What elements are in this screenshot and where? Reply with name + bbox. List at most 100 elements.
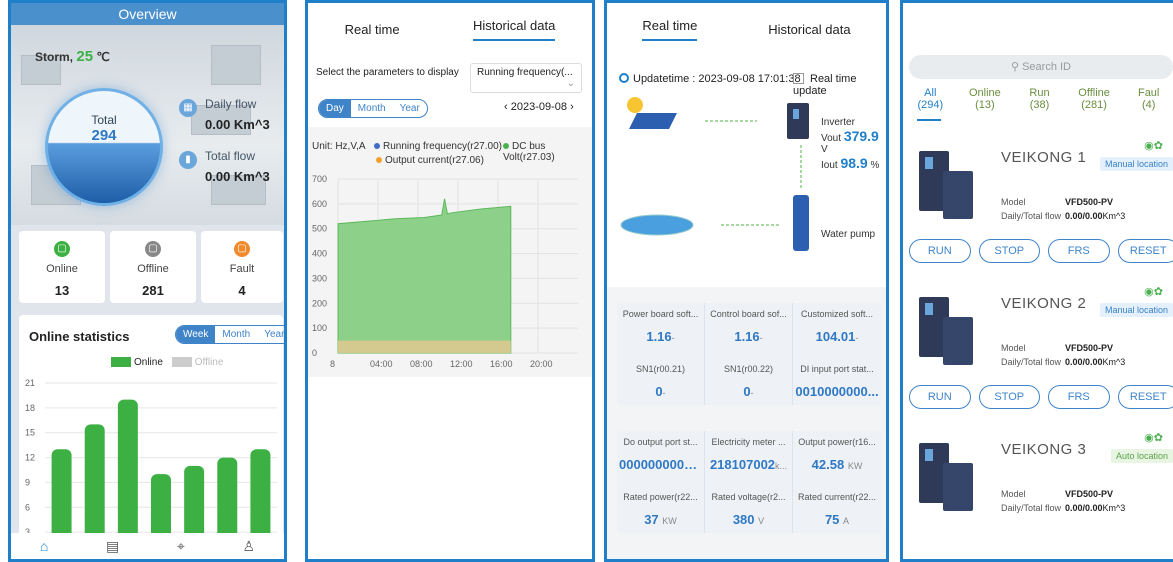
range-year[interactable]: Year xyxy=(257,326,284,343)
filter-fault[interactable]: Faul (4) xyxy=(1121,87,1173,111)
filter-count: (281) xyxy=(1081,99,1107,111)
param-cell: Rated current(r22... 75 A xyxy=(793,478,881,533)
range-selector: Day Month Year xyxy=(318,99,428,118)
device-card[interactable]: VEIKONG 2 ◉✿ Manual location Model VFD500… xyxy=(909,279,1173,399)
device-card[interactable]: VEIKONG 1 ◉✿ Manual location Model VFD500… xyxy=(909,133,1173,253)
y-tick-label: 12 xyxy=(25,453,35,463)
filter-online[interactable]: Online (13) xyxy=(958,87,1013,111)
range-month[interactable]: Month xyxy=(351,100,393,117)
history-area-chart: 700 600 500 400 300 200 100 0 8 04:00 08:00 12:00 16… xyxy=(312,174,578,369)
vout-label: Vout xyxy=(821,133,842,144)
frs-button[interactable]: FRS xyxy=(1048,385,1110,409)
device-card[interactable]: VEIKONG 3 ◉✿ Auto location Model VFD500-P… xyxy=(909,425,1173,545)
param-unit: - xyxy=(662,388,666,398)
model-value: VFD500-PV xyxy=(1065,197,1114,207)
param-unit: KW xyxy=(847,461,863,471)
solar-panel-icon xyxy=(629,113,677,129)
param-key: Rated power(r22... xyxy=(623,492,698,502)
historical-panel: Real time Historical data Select the par… xyxy=(305,0,595,562)
stop-button[interactable]: STOP xyxy=(978,385,1040,409)
run-button[interactable]: RUN xyxy=(909,385,971,409)
total-flow: ▮ Total flow 0.00 Km^3 xyxy=(179,149,270,184)
param-key: Rated voltage(r2... xyxy=(711,492,786,502)
flow-row: Daily/Total flow 0.00/0.00Km^3 xyxy=(1001,357,1125,367)
chart-unit: Unit: Hz,V,A xyxy=(312,141,366,152)
y-tick-label: 15 xyxy=(25,428,35,438)
total-flow-label: Total flow xyxy=(205,149,256,163)
list-icon[interactable]: ▤ xyxy=(106,538,119,555)
filter-run[interactable]: Run (38) xyxy=(1012,87,1067,111)
total-globe: Total 294 xyxy=(45,88,163,206)
stat-online[interactable]: ▢ Online 13 xyxy=(19,231,105,303)
reset-button[interactable]: RESET xyxy=(1117,239,1173,263)
stat-offline[interactable]: ▢ Offline 281 xyxy=(110,231,196,303)
next-date-icon[interactable]: › xyxy=(570,101,574,113)
model-row: Model VFD500-PV xyxy=(1001,489,1113,499)
param-unit: k... xyxy=(775,461,788,471)
frs-button[interactable]: FRS xyxy=(1048,239,1110,263)
param-value: 1.16 xyxy=(646,329,672,344)
search-input[interactable]: ⚲ Search ID xyxy=(909,55,1173,79)
range-selector: Week Month Year xyxy=(175,325,284,344)
param-unit: A xyxy=(843,516,850,526)
tab-real-time[interactable]: Real time xyxy=(345,22,400,37)
model-row: Model VFD500-PV xyxy=(1001,197,1113,207)
location-badge: Manual location xyxy=(1099,157,1173,171)
filter-count: (13) xyxy=(975,99,995,111)
device-name: VEIKONG 1 xyxy=(1001,149,1087,166)
filter-count: (294) xyxy=(917,99,944,111)
stop-button[interactable]: STOP xyxy=(978,239,1040,263)
filter-label: Run xyxy=(1029,87,1050,99)
tab-bar: Real time Historical data xyxy=(607,3,886,55)
model-label: Model xyxy=(1001,343,1026,353)
update-time: Updatetime : 2023-09-08 17:01:38 xyxy=(619,73,801,85)
x-tick-label: 20:00 xyxy=(530,359,553,369)
param-unit: - xyxy=(759,333,763,343)
iout-unit: % xyxy=(870,160,880,171)
param-unit: KW xyxy=(662,516,677,526)
reset-button[interactable]: RESET xyxy=(1117,385,1173,409)
flow-label: Daily/Total flow xyxy=(1001,357,1062,367)
flow-unit: Km^3 xyxy=(1102,503,1126,513)
stat-value: 13 xyxy=(54,283,70,298)
daily-flow-icon: ▦ xyxy=(179,99,197,117)
legend-label: DC bus Volt(r27.03) xyxy=(503,141,555,163)
run-button[interactable]: RUN xyxy=(909,239,971,263)
tab-real-time[interactable]: Real time xyxy=(642,18,698,41)
tab-historical-data[interactable]: Historical data xyxy=(768,22,850,37)
map-pin-icon[interactable]: ⌖ xyxy=(177,538,185,555)
y-tick-label: 700 xyxy=(312,174,327,184)
range-week[interactable]: Week xyxy=(176,326,216,343)
device-actions: RUN STOP FRS RESET xyxy=(909,239,1173,263)
range-month[interactable]: Month xyxy=(215,326,257,343)
checkbox[interactable] xyxy=(793,73,804,84)
device-name: VEIKONG 3 xyxy=(1001,441,1087,458)
param-select[interactable]: Running frequency(... ⌄ xyxy=(470,63,582,93)
weather-temp: 25 xyxy=(76,48,94,65)
overview-panel: Overview Storm, 25 ℃ Total 294 ▦ Daily f… xyxy=(8,0,287,562)
legend-online: Online xyxy=(134,357,163,368)
param-cell: Rated power(r22... 37 KW xyxy=(617,478,705,533)
stat-fault[interactable]: ▢ Fault 4 xyxy=(201,231,283,303)
range-year[interactable]: Year xyxy=(393,100,427,117)
prev-date-icon[interactable]: ‹ xyxy=(504,101,508,113)
device-name: VEIKONG 2 xyxy=(1001,295,1087,312)
filter-offline[interactable]: Offline (281) xyxy=(1067,87,1122,111)
user-icon[interactable]: ♙ xyxy=(243,538,256,555)
flow-row: Daily/Total flow 0.00/0.00Km^3 xyxy=(1001,503,1125,513)
offline-icon: ▢ xyxy=(145,241,161,257)
range-day[interactable]: Day xyxy=(319,100,351,117)
legend-item: Output current(r27.06) xyxy=(376,155,484,166)
total-flow-value: 0.00 Km^3 xyxy=(205,169,270,184)
param-value: 75 xyxy=(824,512,840,527)
devices-panel: ⚲ Search ID All (294) Online (13) Run (38) … xyxy=(900,0,1173,562)
tab-historical-data[interactable]: Historical data xyxy=(472,18,556,41)
home-icon[interactable]: ⌂ xyxy=(40,538,48,554)
stat-label: Offline xyxy=(137,263,169,275)
flow-row: Daily/Total flow 0.00/0.00Km^3 xyxy=(1001,211,1125,221)
inverter-image xyxy=(919,151,973,219)
daily-flow-value: 0.00 Km^3 xyxy=(205,117,270,132)
filter-all[interactable]: All (294) xyxy=(903,87,958,111)
param-value: 0 xyxy=(655,384,663,399)
param-cell: SN1(r00.21) 0- xyxy=(617,350,705,405)
